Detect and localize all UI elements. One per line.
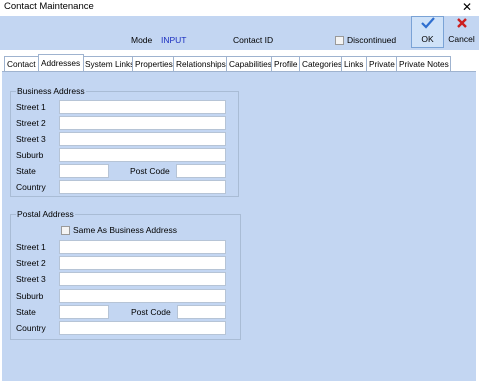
close-icon[interactable]: ✕	[462, 0, 472, 14]
postal-postcode-label: Post Code	[131, 307, 171, 317]
cancel-button[interactable]: Cancel	[445, 16, 478, 48]
business-country-input[interactable]	[59, 180, 226, 194]
tab-relationships[interactable]: Relationships	[173, 56, 228, 71]
discontinued-label: Discontinued	[347, 35, 397, 45]
postal-state-input[interactable]	[59, 305, 109, 319]
postal-suburb-input[interactable]	[59, 289, 226, 303]
tab-properties[interactable]: Properties	[132, 56, 175, 71]
mode-value: INPUT	[161, 35, 187, 45]
postal-street3-label: Street 3	[16, 274, 46, 284]
window-title: Contact Maintenance	[4, 1, 94, 12]
business-street2-input[interactable]	[59, 116, 226, 130]
postal-country-input[interactable]	[59, 321, 226, 335]
header-panel: Mode INPUT Contact ID Discontinued OK Ca…	[0, 16, 479, 50]
postal-suburb-label: Suburb	[16, 291, 44, 301]
tab-addresses[interactable]: Addresses	[38, 54, 84, 71]
business-suburb-label: Suburb	[16, 150, 44, 160]
tab-contact[interactable]: Contact	[4, 56, 40, 71]
tab-capabilities[interactable]: Capabilities	[226, 56, 273, 71]
checkmark-icon	[412, 17, 443, 34]
postal-street1-input[interactable]	[59, 240, 226, 254]
business-street3-input[interactable]	[59, 132, 226, 146]
business-street3-label: Street 3	[16, 134, 46, 144]
business-address-title: Business Address	[16, 86, 86, 96]
postal-address-title: Postal Address	[16, 209, 75, 219]
tab-private[interactable]: Private	[366, 56, 398, 71]
ok-label: OK	[421, 34, 434, 44]
tab-system-links[interactable]: System Links	[82, 56, 134, 71]
postal-state-label: State	[16, 307, 36, 317]
business-state-input[interactable]	[59, 164, 109, 178]
postal-country-label: Country	[16, 323, 46, 333]
contact-maintenance-window: Contact Maintenance ✕ Mode INPUT Contact…	[0, 0, 479, 382]
discontinued-checkbox[interactable]	[335, 36, 344, 45]
business-street1-label: Street 1	[16, 102, 46, 112]
tab-profile[interactable]: Profile	[271, 56, 301, 71]
business-postcode-label: Post Code	[130, 166, 170, 176]
postal-street2-input[interactable]	[59, 256, 226, 270]
business-suburb-input[interactable]	[59, 148, 226, 162]
business-address-group: Business Address Street 1 Street 2 Stree…	[10, 86, 239, 197]
postal-address-group: Postal Address Same As Business Address …	[10, 209, 241, 340]
business-street1-input[interactable]	[59, 100, 226, 114]
business-country-label: Country	[16, 182, 46, 192]
same-as-business-label: Same As Business Address	[73, 225, 177, 235]
ok-button[interactable]: OK	[411, 16, 444, 48]
business-street2-label: Street 2	[16, 118, 46, 128]
business-state-label: State	[16, 166, 36, 176]
postal-street2-label: Street 2	[16, 258, 46, 268]
title-bar: Contact Maintenance ✕	[0, 0, 479, 16]
tab-categories[interactable]: Categories	[299, 56, 343, 71]
tab-private-notes[interactable]: Private Notes	[396, 56, 451, 71]
cancel-label: Cancel	[448, 34, 475, 44]
addresses-tab-content: Business Address Street 1 Street 2 Stree…	[2, 71, 476, 381]
contact-id-label: Contact ID	[233, 35, 274, 45]
postal-postcode-input[interactable]	[177, 305, 226, 319]
mode-label: Mode	[131, 35, 153, 45]
x-icon	[446, 17, 477, 34]
tab-links[interactable]: Links	[341, 56, 368, 71]
postal-street3-input[interactable]	[59, 272, 226, 286]
business-postcode-input[interactable]	[176, 164, 226, 178]
same-as-business-checkbox[interactable]	[61, 226, 70, 235]
postal-street1-label: Street 1	[16, 242, 46, 252]
